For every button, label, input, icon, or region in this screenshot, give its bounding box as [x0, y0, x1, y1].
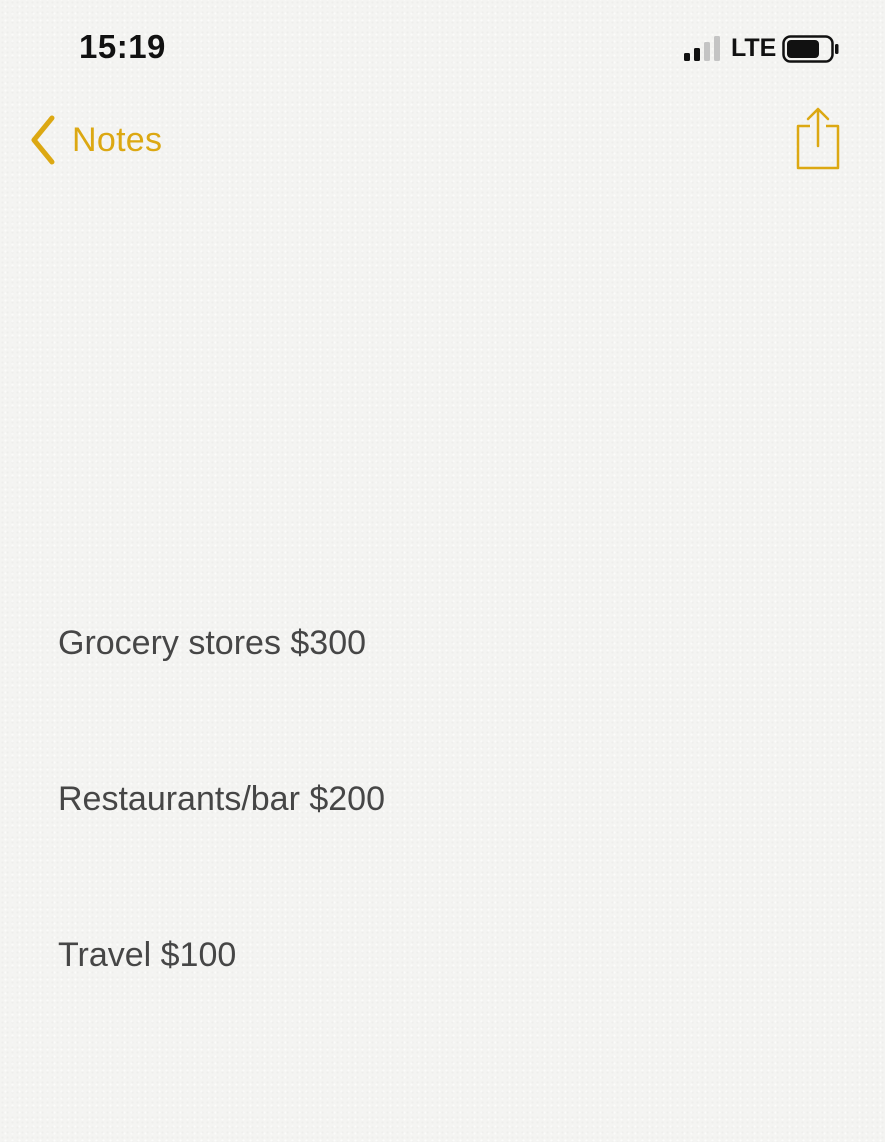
chevron-left-icon: [31, 115, 55, 165]
status-time: 15:19: [79, 28, 166, 65]
note-line[interactable]: Grocery stores $300: [58, 624, 366, 663]
carrier-label: LTE: [731, 34, 777, 62]
back-to-notes-button[interactable]: Notes: [26, 112, 162, 168]
navigation-bar: Notes: [0, 100, 885, 180]
note-line[interactable]: Restaurants/bar $200: [58, 780, 385, 819]
note-line[interactable]: Travel $100: [58, 936, 236, 975]
share-icon[interactable]: [790, 104, 844, 172]
signal-bars-icon: [684, 36, 720, 61]
status-bar: 15:19 LTE: [0, 0, 885, 96]
back-label: Notes: [72, 120, 163, 159]
battery-icon: [782, 35, 839, 63]
